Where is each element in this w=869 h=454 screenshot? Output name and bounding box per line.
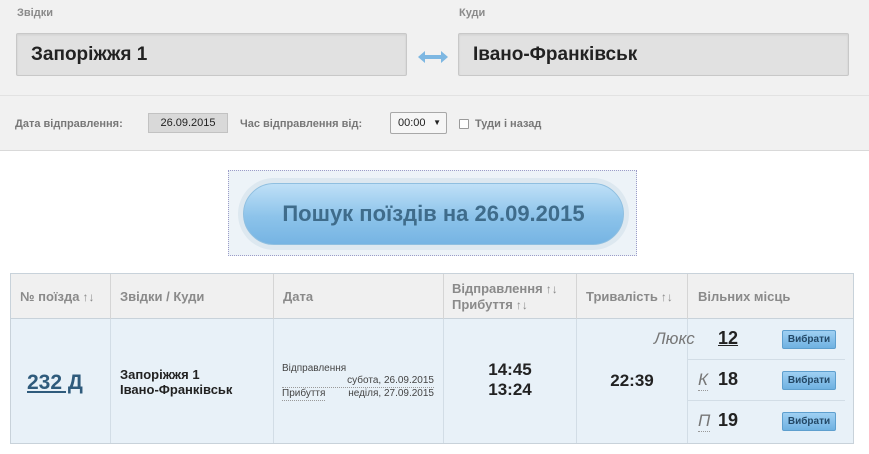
seat-class-name: К <box>698 370 709 391</box>
departure-time-value: 00:00 <box>398 117 426 129</box>
seat-class-row: Люкс 12 Вибрати <box>654 319 845 360</box>
header-seats-label: Вільних місць <box>698 289 791 304</box>
swap-stations-icon[interactable] <box>416 44 450 70</box>
row-from-station: Запоріжжя 1 <box>120 367 200 382</box>
header-train-no[interactable]: № поїзда ↑↓ <box>11 274 111 319</box>
search-button-wrapper: Пошук поїздів на 26.09.2015 <box>228 170 637 256</box>
from-to-cell: Запоріжжя 1 Івано-Франківськ <box>111 319 274 443</box>
header-duration-label: Тривалість <box>586 289 658 304</box>
seat-count: 19 <box>718 410 739 430</box>
seats-cell: Люкс 12 Вибрати К 18 Вибрати П 19 Вибрат… <box>654 319 853 443</box>
to-label: Куди <box>459 7 486 19</box>
from-label: Звідки <box>17 7 53 19</box>
header-train-no-label: № поїзда <box>20 289 80 304</box>
seat-count: 18 <box>718 369 739 389</box>
from-station-input[interactable]: Запоріжжя 1 <box>16 33 407 76</box>
seat-class-row: П 19 Вибрати <box>688 401 845 442</box>
header-departure-label: Відправлення <box>452 280 543 296</box>
to-station-input[interactable]: Івано-Франківськ <box>458 33 849 76</box>
round-trip-label: Туди і назад <box>475 118 542 130</box>
select-seat-button[interactable]: Вибрати <box>782 330 836 349</box>
departure-date-value: субота, 26.09.2015 <box>282 375 434 388</box>
date-cell: Відправлення субота, 26.09.2015 Прибуття… <box>274 319 444 443</box>
departure-date-label-cell: Відправлення <box>282 363 347 374</box>
header-from-to-label: Звідки / Куди <box>120 289 205 304</box>
departure-time: 14:45 <box>488 360 532 379</box>
round-trip-checkbox[interactable] <box>459 119 469 129</box>
seat-count[interactable]: 12 <box>718 328 738 349</box>
departure-date-label: Дата відправлення: <box>15 118 123 130</box>
route-panel: Звідки Куди Запоріжжя 1 Івано-Франківськ <box>0 0 869 96</box>
seat-class-name: Люкс <box>654 329 695 348</box>
header-departure-arrival[interactable]: Відправлення ↑↓ Прибуття ↑↓ <box>444 274 577 319</box>
select-seat-button[interactable]: Вибрати <box>782 371 836 390</box>
header-date: Дата <box>274 274 444 319</box>
seat-class-name: П <box>698 411 711 432</box>
sort-icon[interactable]: ↑↓ <box>516 298 528 312</box>
round-trip-option[interactable]: Туди і назад <box>459 118 541 130</box>
table-row: 232 Д Запоріжжя 1 Івано-Франківськ Відпр… <box>11 319 853 443</box>
select-seat-button[interactable]: Вибрати <box>782 412 836 431</box>
sort-icon[interactable]: ↑↓ <box>83 290 95 304</box>
header-from-to: Звідки / Куди <box>111 274 274 319</box>
times-cell: 14:45 13:24 <box>444 319 577 443</box>
header-date-label: Дата <box>283 289 314 304</box>
search-trains-button[interactable]: Пошук поїздів на 26.09.2015 <box>243 183 624 245</box>
arrival-date-label-cell: Прибуття <box>282 388 326 401</box>
table-header: № поїзда ↑↓ Звідки / Куди Дата Відправле… <box>11 274 853 319</box>
departure-date-input[interactable]: 26.09.2015 <box>148 113 228 133</box>
row-to-station: Івано-Франківськ <box>120 382 233 397</box>
arrival-date-value: неділя, 27.09.2015 <box>348 388 434 399</box>
header-duration[interactable]: Тривалість ↑↓ <box>577 274 688 319</box>
header-seats: Вільних місць <box>688 274 853 319</box>
arrival-time: 13:24 <box>488 380 532 399</box>
header-arrival-label: Прибуття <box>452 296 513 312</box>
sort-icon[interactable]: ↑↓ <box>546 282 558 296</box>
results-table: № поїзда ↑↓ Звідки / Куди Дата Відправле… <box>10 273 854 444</box>
sort-icon[interactable]: ↑↓ <box>661 290 673 304</box>
train-number-cell: 232 Д <box>11 319 111 443</box>
train-number-link[interactable]: 232 Д <box>27 371 83 395</box>
date-panel: Дата відправлення: 26.09.2015 Час відпра… <box>0 96 869 151</box>
seat-class-row: К 18 Вибрати <box>688 360 845 401</box>
chevron-down-icon: ▼ <box>433 118 441 127</box>
travel-duration: 22:39 <box>610 371 654 390</box>
departure-time-select[interactable]: 00:00 ▼ <box>390 112 447 134</box>
departure-time-label: Час відправлення від: <box>240 118 363 130</box>
